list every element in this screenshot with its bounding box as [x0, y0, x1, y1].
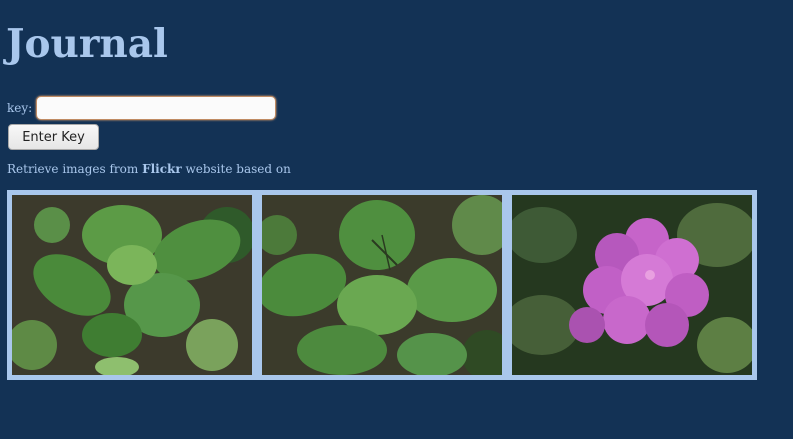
- key-label: key:: [7, 101, 33, 115]
- page-title: Journal: [6, 21, 168, 67]
- gallery-image-nettle-1[interactable]: [12, 195, 252, 375]
- flickr-brand: Flickr: [142, 162, 182, 176]
- key-input[interactable]: [36, 96, 277, 120]
- image-gallery: [7, 190, 757, 380]
- gallery-image-rhododendron[interactable]: [512, 195, 752, 375]
- description-suffix: website based on: [181, 162, 291, 176]
- enter-key-button[interactable]: Enter Key: [8, 124, 99, 150]
- gallery-image-nettle-2[interactable]: [262, 195, 502, 375]
- description-text: Retrieve images from Flickr website base…: [7, 162, 291, 176]
- description-prefix: Retrieve images from: [7, 162, 143, 176]
- key-form-row: key:: [7, 94, 277, 122]
